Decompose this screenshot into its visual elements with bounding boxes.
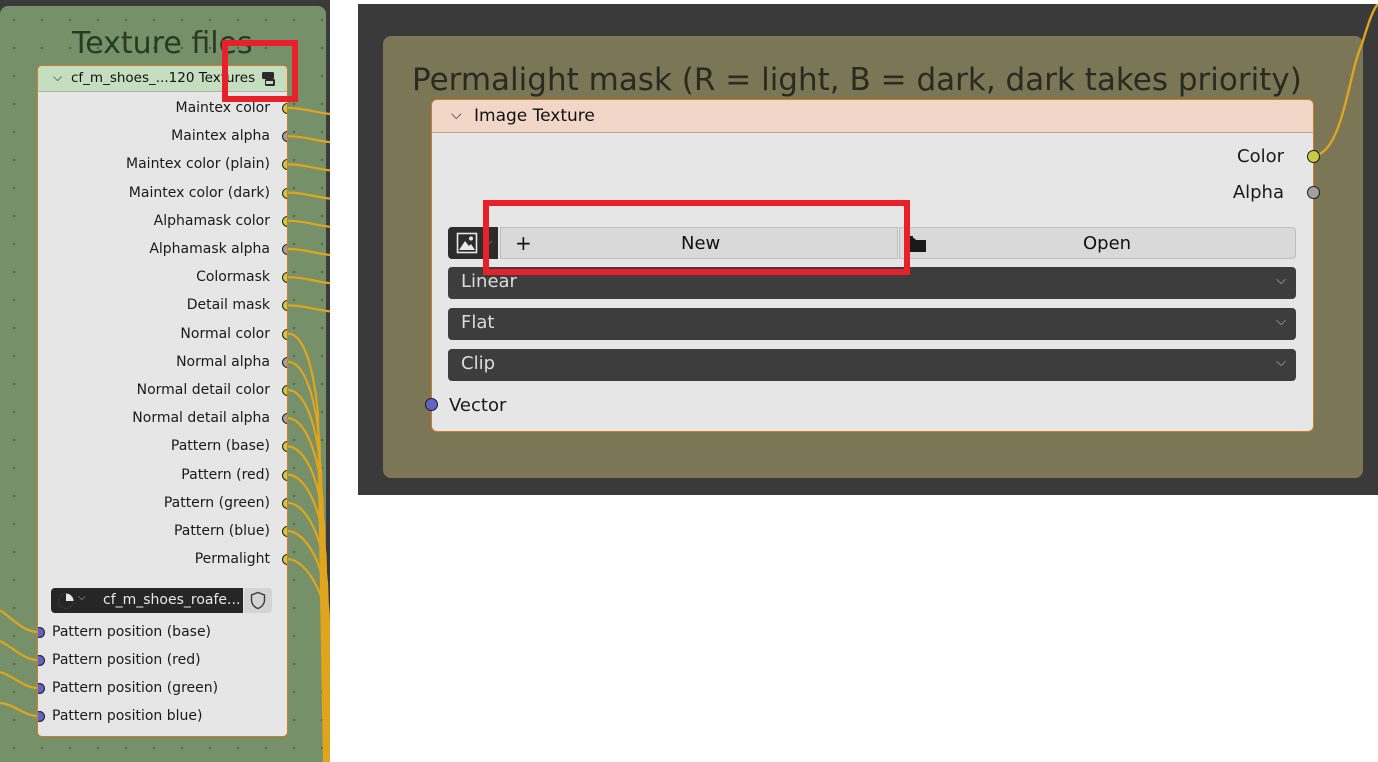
shield-icon xyxy=(250,591,266,610)
output-label: Pattern (base) xyxy=(170,438,270,455)
input-socket[interactable] xyxy=(38,627,45,638)
output-label: Pattern (green) xyxy=(163,494,270,511)
node-link xyxy=(287,332,326,762)
output-socket[interactable] xyxy=(281,244,287,255)
open-label: Open xyxy=(1083,233,1132,254)
output-socket[interactable] xyxy=(281,554,287,566)
node-link xyxy=(0,701,39,718)
output-socket[interactable] xyxy=(281,328,287,340)
output-label: Maintex color (dark) xyxy=(128,184,270,201)
texture-group-node[interactable]: ⌵ cf_m_shoes_...120 Textures Maintex col… xyxy=(37,65,288,737)
chevron-down-icon: ⌵ xyxy=(1276,314,1286,329)
image-browse-button[interactable]: ⌵ xyxy=(51,588,93,613)
highlight-box-group-icon xyxy=(222,40,298,102)
output-label: Normal detail color xyxy=(136,382,270,398)
image-datablock-selector[interactable]: ⌵ cf_m_shoes_roafe... xyxy=(51,588,272,613)
output-socket[interactable] xyxy=(281,272,287,284)
output-label: Alphamask alpha xyxy=(149,241,270,257)
output-label: Colormask xyxy=(196,269,270,286)
vector-input-socket[interactable] xyxy=(425,398,438,411)
collapse-chevron-icon[interactable]: ⌵ xyxy=(451,107,462,123)
output-socket[interactable] xyxy=(281,215,287,227)
node-title: Image Texture xyxy=(474,106,595,126)
node-link xyxy=(0,609,39,634)
vector-input-label: Vector xyxy=(449,395,507,416)
node-link xyxy=(287,163,330,172)
node-editor-left: Texture files ⌵ cf_m_shoes_...120 Textur… xyxy=(0,0,330,762)
node-link xyxy=(287,191,330,200)
fake-user-button[interactable] xyxy=(244,588,272,613)
alpha-output-socket[interactable] xyxy=(1307,186,1320,199)
output-color-label: Color xyxy=(1237,146,1284,167)
node-link xyxy=(287,304,330,313)
output-socket[interactable] xyxy=(281,413,287,425)
output-label: Pattern (red) xyxy=(181,466,270,483)
projection-dropdown[interactable]: Flat ⌵ xyxy=(448,308,1296,340)
output-label: Normal alpha xyxy=(176,353,270,370)
output-socket[interactable] xyxy=(281,497,287,509)
material-sphere-icon xyxy=(58,593,74,609)
output-socket[interactable] xyxy=(281,441,287,453)
output-label: Maintex color xyxy=(175,100,271,116)
node-editor-right: Permalight mask (R = light, B = dark, da… xyxy=(358,4,1378,495)
input-socket[interactable] xyxy=(38,655,45,666)
extension-value: Clip xyxy=(461,353,495,374)
input-label: Pattern position blue) xyxy=(52,708,203,724)
output-socket[interactable] xyxy=(281,159,287,171)
collapse-chevron-icon[interactable]: ⌵ xyxy=(53,70,62,85)
input-socket[interactable] xyxy=(38,683,45,694)
color-output-socket[interactable] xyxy=(1307,150,1320,163)
chevron-down-icon: ⌵ xyxy=(78,592,86,603)
extension-dropdown[interactable]: Clip ⌵ xyxy=(448,349,1296,381)
output-label: Maintex color (plain) xyxy=(126,156,270,173)
output-label: Pattern (blue) xyxy=(173,523,270,539)
open-image-button[interactable]: Open xyxy=(899,227,1296,259)
image-icon xyxy=(456,232,478,254)
output-socket[interactable] xyxy=(281,385,287,396)
output-label: Detail mask xyxy=(186,297,270,314)
chevron-down-icon: ⌵ xyxy=(1276,273,1286,288)
output-label: Normal color xyxy=(180,325,270,342)
node-link xyxy=(0,670,39,690)
node-link xyxy=(287,135,330,144)
node-link xyxy=(0,640,39,662)
output-label: Permalight xyxy=(194,551,270,568)
node-link xyxy=(287,276,330,285)
output-alpha-label: Alpha xyxy=(1232,182,1284,203)
output-socket[interactable] xyxy=(281,131,287,143)
output-socket[interactable] xyxy=(281,356,287,368)
output-socket[interactable] xyxy=(281,187,287,199)
projection-value: Flat xyxy=(461,312,495,333)
highlight-box-new-button xyxy=(483,200,910,275)
output-label: Maintex alpha xyxy=(171,128,270,145)
input-socket[interactable] xyxy=(38,711,45,722)
output-label: Normal detail alpha xyxy=(132,410,270,427)
output-socket[interactable] xyxy=(281,469,287,481)
node-link xyxy=(287,219,330,228)
node-link xyxy=(287,247,330,257)
input-label: Pattern position (red) xyxy=(52,652,201,668)
output-socket[interactable] xyxy=(281,103,287,114)
chevron-down-icon: ⌵ xyxy=(1276,355,1286,370)
output-socket[interactable] xyxy=(281,526,287,537)
input-label: Pattern position (base) xyxy=(52,624,212,640)
node-header[interactable]: ⌵ Image Texture xyxy=(432,100,1313,133)
input-label: Pattern position (green) xyxy=(52,680,219,696)
output-label: Alphamask color xyxy=(153,212,270,229)
node-link xyxy=(287,106,330,116)
image-name-field[interactable]: cf_m_shoes_roafe... xyxy=(93,588,243,613)
image-name: cf_m_shoes_roafe... xyxy=(103,592,241,608)
output-socket[interactable] xyxy=(281,300,287,312)
